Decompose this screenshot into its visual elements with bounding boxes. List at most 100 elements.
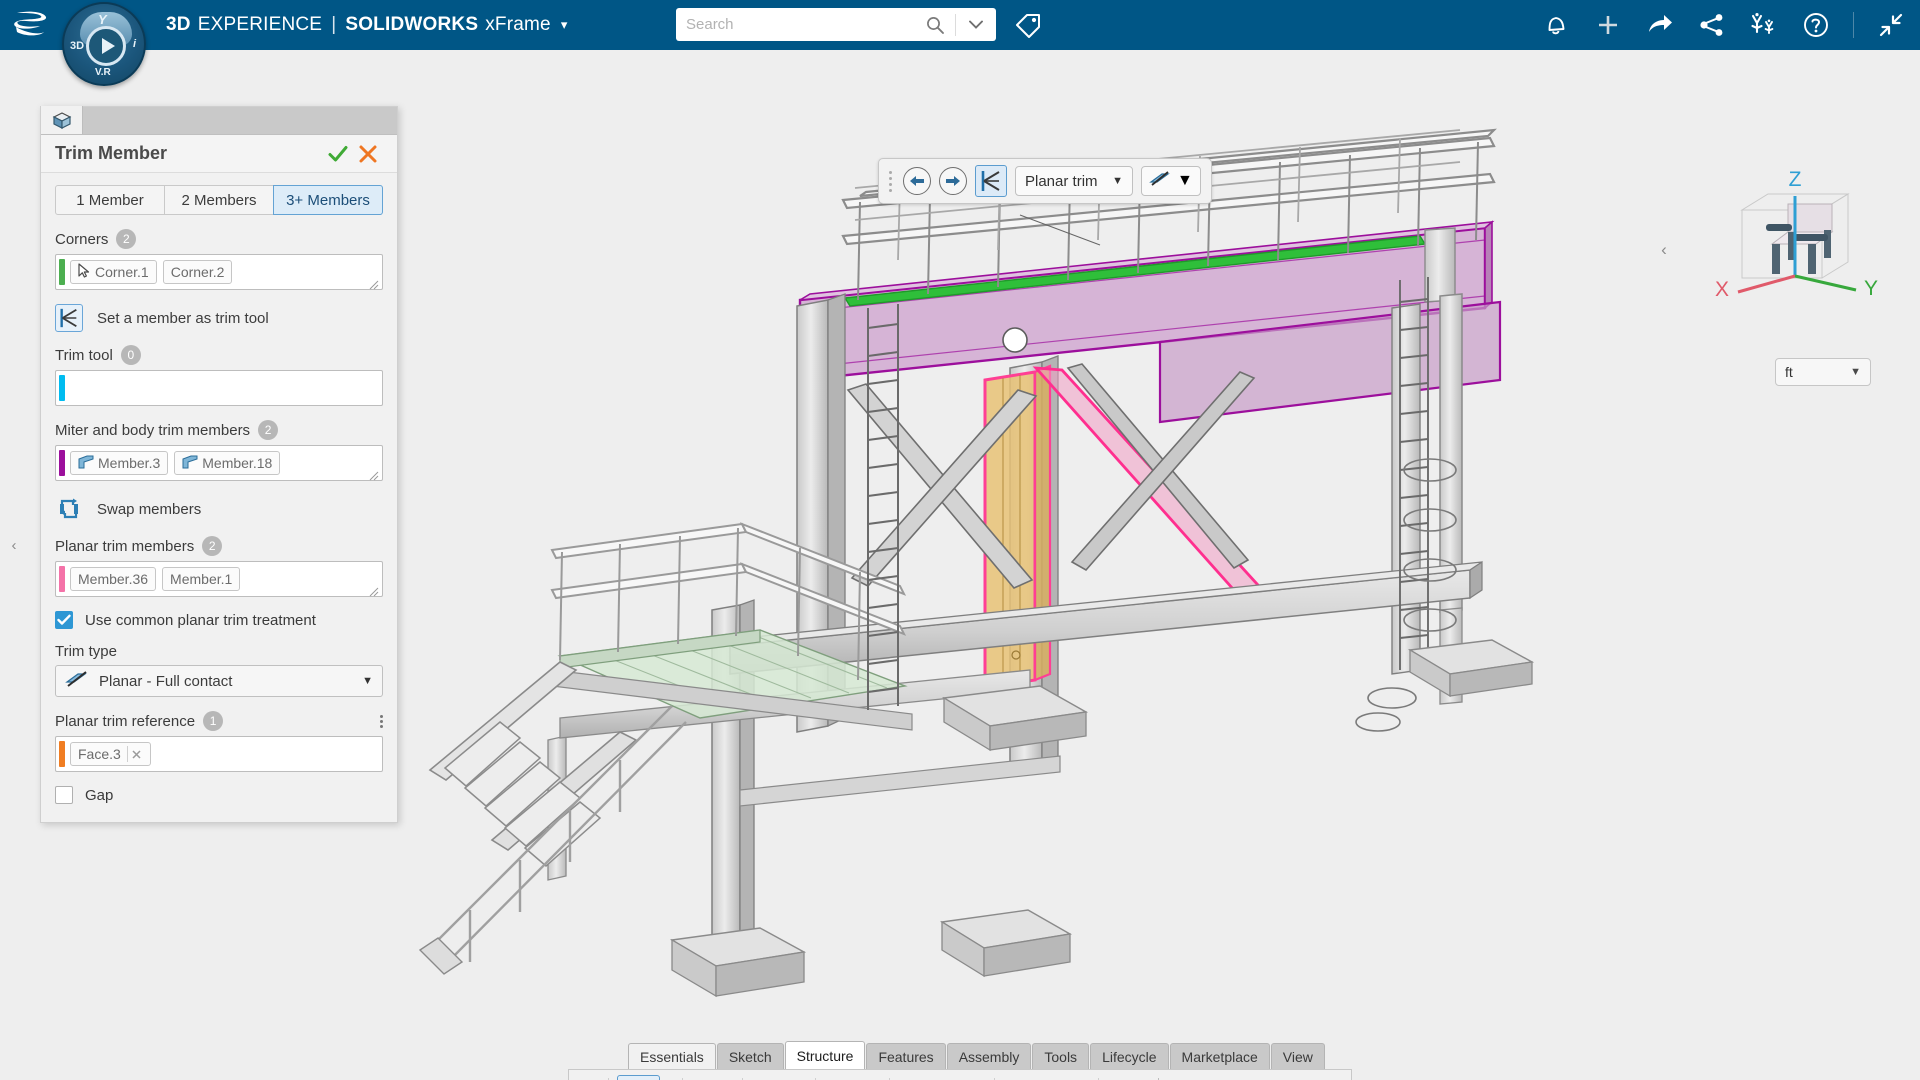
create-structure-button[interactable] — [617, 1075, 661, 1080]
confirm-button[interactable] — [323, 139, 353, 169]
cancel-button[interactable] — [353, 139, 383, 169]
tab-view[interactable]: View — [1270, 1043, 1325, 1069]
add-icon[interactable] — [1593, 10, 1623, 40]
help-icon[interactable] — [1801, 10, 1831, 40]
resize-handle-icon[interactable] — [369, 277, 379, 290]
solid-body-button[interactable] — [1212, 1075, 1255, 1080]
trim-tool-label: Trim tool — [55, 346, 113, 364]
left-panel-collapse-handle[interactable]: ‹ — [6, 530, 22, 560]
planar-reference-label: Planar trim reference — [55, 712, 196, 730]
search-input[interactable] — [676, 9, 915, 40]
command-tab-bar: Essentials Sketch Structure Features Ass… — [628, 1041, 1326, 1069]
corners-selection-box[interactable]: Corner.1 Corner.2 — [55, 254, 383, 290]
chip-face-3[interactable]: Face.3 — [70, 742, 151, 766]
tab-structure[interactable]: Structure — [784, 1041, 866, 1069]
tab-1-member[interactable]: 1 Member — [55, 185, 165, 215]
compass-center-ring[interactable] — [86, 26, 126, 66]
remove-chip-icon[interactable] — [126, 746, 143, 762]
tab-features[interactable]: Features — [866, 1043, 946, 1069]
save-button[interactable] — [751, 1075, 794, 1080]
tab-sketch[interactable]: Sketch — [716, 1043, 784, 1069]
tab-assembly[interactable]: Assembly — [946, 1043, 1032, 1069]
chip-member-18[interactable]: Member.18 — [174, 451, 281, 475]
next-step-button[interactable] — [939, 167, 967, 195]
gap-checkbox[interactable] — [55, 786, 73, 804]
chip-label: Member.1 — [170, 571, 233, 587]
3dexperience-compass[interactable]: Y 3D i V.R — [62, 2, 146, 86]
save-dropdown-icon[interactable] — [796, 1075, 808, 1080]
trim-mode-select[interactable]: Planar trim ▼ — [1015, 166, 1133, 196]
chevron-down-icon[interactable]: ▾ — [561, 17, 568, 33]
grid-structure-button[interactable] — [1302, 1075, 1345, 1080]
settings-button[interactable] — [943, 1075, 986, 1080]
sheet-metal-button[interactable] — [1167, 1075, 1210, 1080]
tab-lifecycle[interactable]: Lifecycle — [1090, 1043, 1169, 1069]
tag-icon[interactable] — [1014, 11, 1042, 44]
search-icon[interactable] — [915, 9, 955, 40]
units-select[interactable]: ft ▼ — [1775, 358, 1871, 386]
update-button[interactable] — [824, 1075, 867, 1080]
redo-button[interactable] — [1048, 1075, 1091, 1080]
tab-3-plus-members[interactable]: 3+ Members — [273, 185, 383, 215]
collapse-icon[interactable] — [1876, 10, 1906, 40]
right-panel-collapse-handle[interactable]: ‹ — [1655, 235, 1673, 265]
planar-reference-more-options-icon[interactable] — [380, 714, 383, 728]
top-bar-actions — [1541, 0, 1906, 50]
compass-label-i: i — [132, 38, 136, 50]
3dswym-people-icon[interactable] — [1749, 10, 1779, 40]
panel-body: 1 Member 2 Members 3+ Members Corners 2 … — [41, 173, 397, 822]
use-common-planar-trim-checkbox[interactable] — [55, 611, 73, 629]
search-dropdown-icon[interactable] — [956, 9, 996, 40]
tab-marketplace[interactable]: Marketplace — [1169, 1043, 1270, 1069]
corners-accent-bar — [59, 259, 65, 285]
chip-corner-2[interactable]: Corner.2 — [162, 260, 233, 284]
dassault-systemes-logo[interactable] — [0, 0, 62, 50]
orientation-widget[interactable]: Z X Y — [1700, 168, 1890, 301]
set-member-as-trim-tool-row[interactable]: Set a member as trim tool — [55, 304, 383, 332]
update-dropdown-icon[interactable] — [869, 1075, 881, 1080]
profile-button[interactable] — [1257, 1075, 1300, 1080]
member-icon — [182, 455, 198, 472]
trim-type-dropdown[interactable]: Planar - Full contact ▼ — [55, 665, 383, 697]
open-structure-button[interactable] — [691, 1075, 734, 1080]
help-button[interactable] — [1107, 1075, 1150, 1080]
chip-corner-1[interactable]: Corner.1 — [70, 260, 157, 284]
compass-play-icon — [101, 38, 115, 54]
trim-tool-icon — [55, 304, 83, 332]
corners-count-badge: 2 — [116, 229, 137, 249]
create-structure-dropdown-icon[interactable] — [662, 1075, 674, 1080]
chip-member-36[interactable]: Member.36 — [70, 567, 157, 591]
swap-members-row[interactable]: Swap members — [55, 495, 383, 523]
swap-replace-button[interactable] — [898, 1075, 941, 1080]
miter-body-selection-box[interactable]: Member.3 Member.18 — [55, 445, 383, 481]
member-count-tabs: 1 Member 2 Members 3+ Members — [55, 185, 383, 215]
compass-label-3d: 3D — [70, 40, 85, 52]
chip-member-3[interactable]: Member.3 — [70, 451, 169, 475]
miter-body-label: Miter and body trim members — [55, 421, 251, 439]
tab-2-members[interactable]: 2 Members — [164, 185, 274, 215]
trim-tool-icon[interactable] — [975, 165, 1007, 197]
tab-tools[interactable]: Tools — [1032, 1043, 1090, 1069]
axis-z-label: Z — [1789, 168, 1802, 191]
trim-tool-selection-box[interactable] — [55, 370, 383, 406]
gap-checkbox-row[interactable]: Gap — [55, 786, 383, 804]
trim-type-value: Planar - Full contact — [99, 672, 233, 690]
planar-trim-icon — [65, 670, 89, 692]
share-arrow-icon[interactable] — [1645, 10, 1675, 40]
panel-tab-structure-icon[interactable] — [41, 106, 83, 134]
planar-reference-selection-box[interactable]: Face.3 — [55, 736, 383, 772]
previous-step-button[interactable] — [903, 167, 931, 195]
miter-body-count-badge: 2 — [258, 420, 279, 440]
undo-button[interactable] — [1003, 1075, 1046, 1080]
notification-bell-icon[interactable] — [1541, 10, 1571, 40]
resize-handle-icon[interactable] — [369, 468, 379, 481]
planar-members-selection-box[interactable]: Member.36 Member.1 — [55, 561, 383, 597]
use-common-planar-trim-checkbox-row[interactable]: Use common planar trim treatment — [55, 611, 383, 629]
chip-label: Member.36 — [78, 571, 149, 587]
toolbar-drag-handle[interactable] — [889, 168, 895, 194]
resize-handle-icon[interactable] — [369, 584, 379, 597]
tab-essentials[interactable]: Essentials — [628, 1043, 716, 1069]
chip-member-1[interactable]: Member.1 — [162, 567, 241, 591]
share-node-icon[interactable] — [1697, 10, 1727, 40]
trim-type-select[interactable]: ▼ — [1141, 166, 1201, 196]
